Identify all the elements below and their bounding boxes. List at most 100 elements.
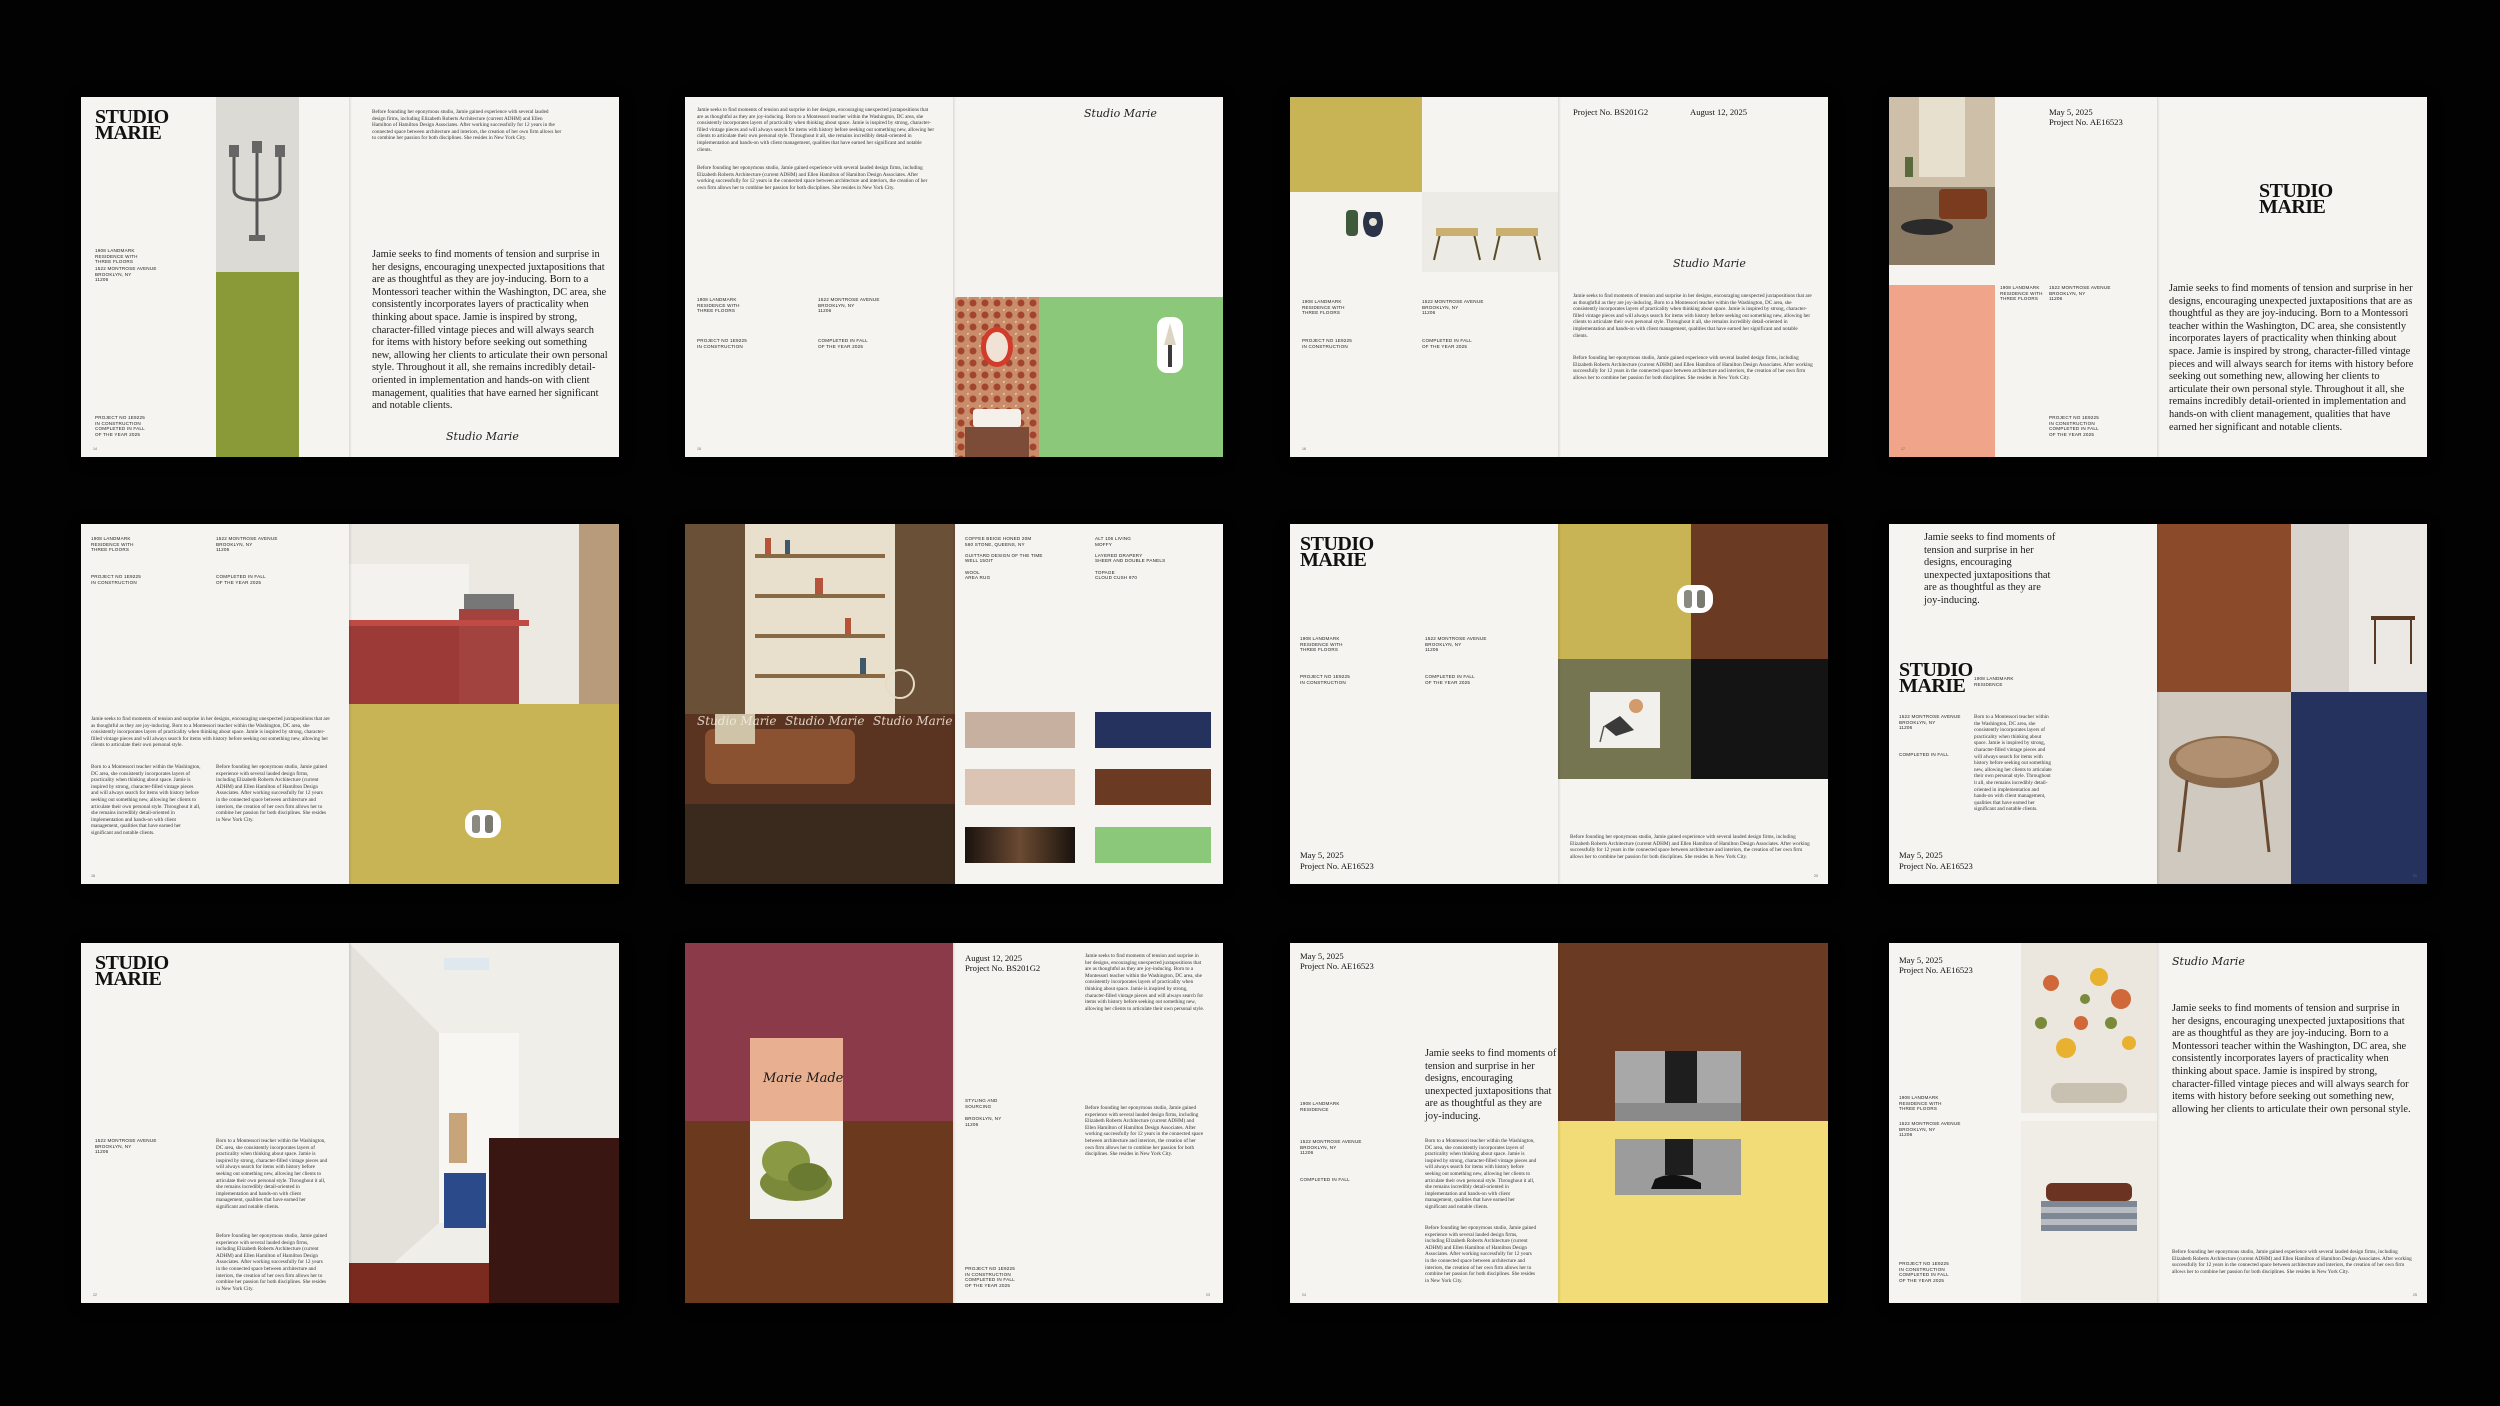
page-number: 14 <box>93 447 97 451</box>
completed-label: COMPLETED IN FALL OF THE YEAR 2025 <box>216 574 266 585</box>
salmon-color-block <box>1889 285 1995 457</box>
column-text: Born to a Montessori teacher within the … <box>1974 714 2052 813</box>
project-number: Project No. AE16523 <box>1300 861 1374 871</box>
floral-arrangement-photo <box>2021 943 2157 1113</box>
column-text: Born to a Montessori teacher within the … <box>1425 1138 1537 1210</box>
chair-photo <box>1590 692 1660 748</box>
address-label: 1522 MONTROSE AVENUE BROOKLYN, NY 11206 <box>216 536 278 553</box>
project-label: PROJECT NO 1E9225 IN CONSTRUCTION <box>697 338 748 349</box>
green-swatch <box>1095 827 1211 863</box>
page-number: 24 <box>1302 1293 1306 1297</box>
page-number: 17 <box>1901 447 1905 451</box>
spread-2: Jamie seeks to find moments of tension a… <box>685 97 1223 457</box>
description-text: Before founding her eponymous studio, Ja… <box>2172 1249 2412 1275</box>
vase-cutout <box>464 809 502 844</box>
mustard-color-block <box>1558 524 1691 659</box>
project-number: Project No. AE16523 <box>1899 965 1973 975</box>
completed-label: COMPLETED IN FALL OF THE YEAR 2025 <box>1425 674 1475 685</box>
address-label: 1522 MONTROSE AVENUE BROOKLYN, NY 11206 <box>1422 299 1484 316</box>
spread-6: Studio Marie Studio Marie Studio Marie C… <box>685 524 1223 884</box>
white-hallway-photo <box>349 943 619 1303</box>
project-label: PROJECT NO 1E9225 IN CONSTRUCTION <box>1300 674 1351 685</box>
lead-paragraph-short: Jamie seeks to find moments of tension a… <box>1924 532 2056 606</box>
script-logo: Studio Marie <box>2172 955 2245 968</box>
mustard-color-block <box>349 704 619 884</box>
spread-4: May 5, 2025 Project No. AE16523 1908 LAN… <box>1889 97 2427 457</box>
page-number: 22 <box>93 1293 97 1297</box>
column-text-1: Born to a Montessori teacher within the … <box>216 1138 328 1210</box>
spread-10: Marie Made August 12, 2025 Project No. B… <box>685 943 1223 1303</box>
date-label: May 5, 2025 <box>1300 951 1344 961</box>
styling-label: STYLING AND SOURCING <box>965 1098 998 1109</box>
shoes-bw-photo-top <box>1615 1051 1741 1121</box>
script-logo-overlay: Studio Marie <box>697 714 777 728</box>
spread-8: Jamie seeks to find moments of tension a… <box>1889 524 2427 884</box>
vases-photo <box>1290 192 1422 272</box>
shoes-bw-photo-bottom <box>1615 1139 1741 1195</box>
page-number: 25 <box>2413 1293 2417 1297</box>
marie-made-script: Marie Made <box>763 1071 844 1086</box>
project-number: Project No. AE16523 <box>1300 961 1374 971</box>
spread-7: STUDIO MARIE 1908 LANDMARK RESIDENCE WIT… <box>1290 524 1828 884</box>
living-room-photo <box>1889 97 1995 265</box>
intro-text: Before founding her eponymous studio, Ja… <box>372 109 562 142</box>
residence-label: 1908 LANDMARK RESIDENCE <box>1974 676 2014 687</box>
column-text-right: Before founding her eponymous studio, Ja… <box>216 764 328 823</box>
date-label: May 5, 2025 <box>1300 850 1344 860</box>
intro-text: Jamie seeks to find moments of tension a… <box>697 107 935 153</box>
brown-swatch <box>1095 769 1211 805</box>
script-logo: Studio Marie <box>446 430 519 443</box>
residence-label: 1908 LANDMARK RESIDENCE WITH THREE FLOOR… <box>1302 299 1345 316</box>
script-logo: Studio Marie <box>1084 107 1157 120</box>
residence-label: 1908 LANDMARK RESIDENCE WITH THREE FLOOR… <box>1300 636 1343 653</box>
materials-list-right: ALT 106 LIVING MOFFY LAYERED DRAPERY SHE… <box>1095 536 1166 581</box>
date-label: August 12, 2025 <box>1690 107 1748 117</box>
spread-1: STUDIO MARIE 1908 LANDMARK RESIDENCE WIT… <box>81 97 619 457</box>
completed-label: COMPLETED IN FALL OF THE YEAR 2025 <box>1422 338 1472 349</box>
bright-room-photo <box>2291 524 2427 692</box>
page-number: 18 <box>91 874 95 878</box>
project-number: Project No. BS201G2 <box>965 963 1041 973</box>
striped-ottoman-photo <box>2021 1121 2157 1303</box>
address-label: 1522 MONTROSE AVENUE BROOKLYN, NY 11206 <box>1899 1121 1961 1138</box>
library-living-photo <box>685 524 955 884</box>
candelabra-photo <box>216 97 299 272</box>
intro-text: Jamie seeks to find moments of tension a… <box>91 716 330 749</box>
project-number: Project No. AE16523 <box>1899 861 1973 871</box>
address-label: 1522 MONTROSE AVENUE BROOKLYN, NY 11206 <box>1899 714 1961 731</box>
column-text-1: Jamie seeks to find moments of tension a… <box>1085 953 1205 1012</box>
project-label: PROJECT NO 1E9225 IN CONSTRUCTION COMPLE… <box>1899 1261 1950 1283</box>
brown-color-block <box>2157 524 2291 692</box>
olive-color-block <box>216 272 299 457</box>
lead-paragraph: Jamie seeks to find moments of tension a… <box>372 249 608 412</box>
lead-paragraph: Jamie seeks to find moments of tension a… <box>2169 283 2414 433</box>
date-label: August 12, 2025 <box>965 953 1023 963</box>
address-label: 1522 MONTROSE AVENUE BROOKLYN, NY 11206 <box>1300 1139 1362 1156</box>
dark-wood-swatch <box>965 827 1075 863</box>
spread-5: 1908 LANDMARK RESIDENCE WITH THREE FLOOR… <box>81 524 619 884</box>
column-text-2: Before founding her eponymous studio, Ja… <box>216 1233 328 1292</box>
spread-3: Project No. BS201G2 August 12, 2025 Stud… <box>1290 97 1828 457</box>
stone-swatch <box>965 712 1075 748</box>
studio-marie-logo: STUDIO MARIE <box>95 952 169 990</box>
address-label: 1522 MONTROSE AVENUE BROOKLYN, NY 11206 <box>818 297 880 314</box>
lead-paragraph-short: Jamie seeks to find moments of tension a… <box>1425 1048 1557 1122</box>
address-label: 1522 MONTROSE AVENUE BROOKLYN, NY 11206 <box>95 266 157 283</box>
studio-marie-logo: STUDIO MARIE <box>1899 659 1973 697</box>
page-number: 21 <box>2413 874 2417 878</box>
residence-label: 1908 LANDMARK RESIDENCE WITH THREE FLOOR… <box>91 536 134 553</box>
residence-label: 1908 LANDMARK RESIDENCE WITH THREE FLOOR… <box>1899 1095 1942 1112</box>
studio-marie-logo: STUDIO MARIE <box>1300 533 1374 571</box>
address-label: 1522 MONTROSE AVENUE BROOKLYN, NY 11206 <box>2049 285 2111 302</box>
page-number: 15 <box>697 447 701 451</box>
date-label: May 5, 2025 <box>1899 955 1943 965</box>
sconce-cutout <box>1155 315 1185 380</box>
studio-marie-logo: STUDIO MARIE <box>2259 180 2333 218</box>
residence-label: 1908 LANDMARK RESIDENCE WITH THREE FLOOR… <box>697 297 740 314</box>
address-label: 1522 MONTROSE AVENUE BROOKLYN, NY 11206 <box>1425 636 1487 653</box>
location-label: BROOKLYN, NY 11206 <box>965 1116 1002 1127</box>
residence-label: 1908 LANDMARK RESIDENCE WITH THREE FLOOR… <box>95 248 138 265</box>
description-text: Before founding her eponymous studio, Ja… <box>1570 834 1810 860</box>
residence-label: 1908 LANDMARK RESIDENCE <box>1300 1101 1340 1112</box>
date-label: May 5, 2025 <box>2049 107 2093 117</box>
